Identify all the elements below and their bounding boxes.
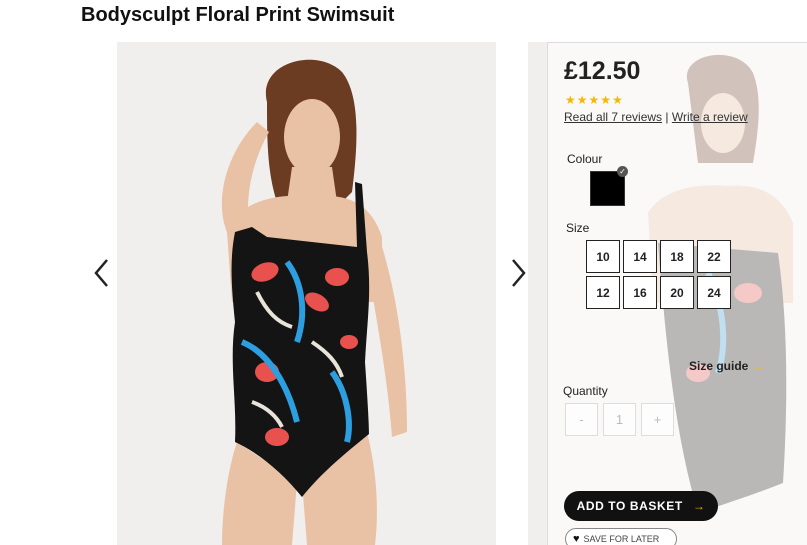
add-to-basket-button[interactable]: ADD TO BASKET → [564,491,718,521]
size-option[interactable]: 12 [586,276,620,309]
quantity-decrease-button[interactable]: - [565,403,598,436]
thumbnail-strip [528,42,548,545]
write-review-link[interactable]: Write a review [672,110,748,124]
size-option[interactable]: 22 [697,240,731,273]
chevron-left-icon [94,259,108,287]
quantity-stepper: - 1 + [565,403,674,436]
size-guide-link[interactable]: Size guide → [689,359,764,373]
heart-icon: ♥ [573,533,580,545]
product-page: Bodysculpt Floral Print Swimsuit £12.50 … [0,0,807,545]
quantity-increase-button[interactable]: + [641,403,674,436]
product-title: Bodysculpt Floral Print Swimsuit [81,4,395,26]
chevron-right-icon [512,259,526,287]
product-photo-illustration [117,42,496,545]
rating-stars: ★ ★ ★ ★ ★ [565,94,623,106]
star-icon: ★ [588,93,600,107]
star-icon: ★ [565,93,576,107]
arrow-right-icon: → [751,359,764,373]
size-option[interactable]: 10 [586,240,620,273]
star-icon: ★ [576,93,588,107]
star-icon: ★ [612,93,623,107]
size-option[interactable]: 14 [623,240,657,273]
size-option[interactable]: 24 [697,276,731,309]
previous-image-button[interactable] [84,248,118,298]
size-option[interactable]: 16 [623,276,657,309]
quantity-input[interactable]: 1 [603,403,636,436]
size-label: Size [566,221,590,235]
reviews-row: Read all 7 reviews | Write a review [564,110,748,124]
product-image[interactable] [117,42,496,545]
add-to-basket-label: ADD TO BASKET [576,499,683,513]
size-option[interactable]: 18 [660,240,694,273]
size-option[interactable]: 20 [660,276,694,309]
star-icon: ★ [600,93,612,107]
save-for-later-label: SAVE FOR LATER [583,534,660,544]
quantity-label: Quantity [563,384,608,398]
colour-label: Colour [567,152,603,166]
read-reviews-link[interactable]: Read all 7 reviews [564,110,662,124]
size-guide-label: Size guide [689,359,749,373]
arrow-right-icon: → [692,499,706,513]
size-selector: 10 14 18 22 12 16 20 24 [586,240,731,309]
review-separator: | [665,110,669,124]
save-for-later-button[interactable]: ♥ SAVE FOR LATER [565,528,677,545]
product-price: £12.50 [564,57,641,85]
checkmark-icon: ✓ [617,166,628,177]
